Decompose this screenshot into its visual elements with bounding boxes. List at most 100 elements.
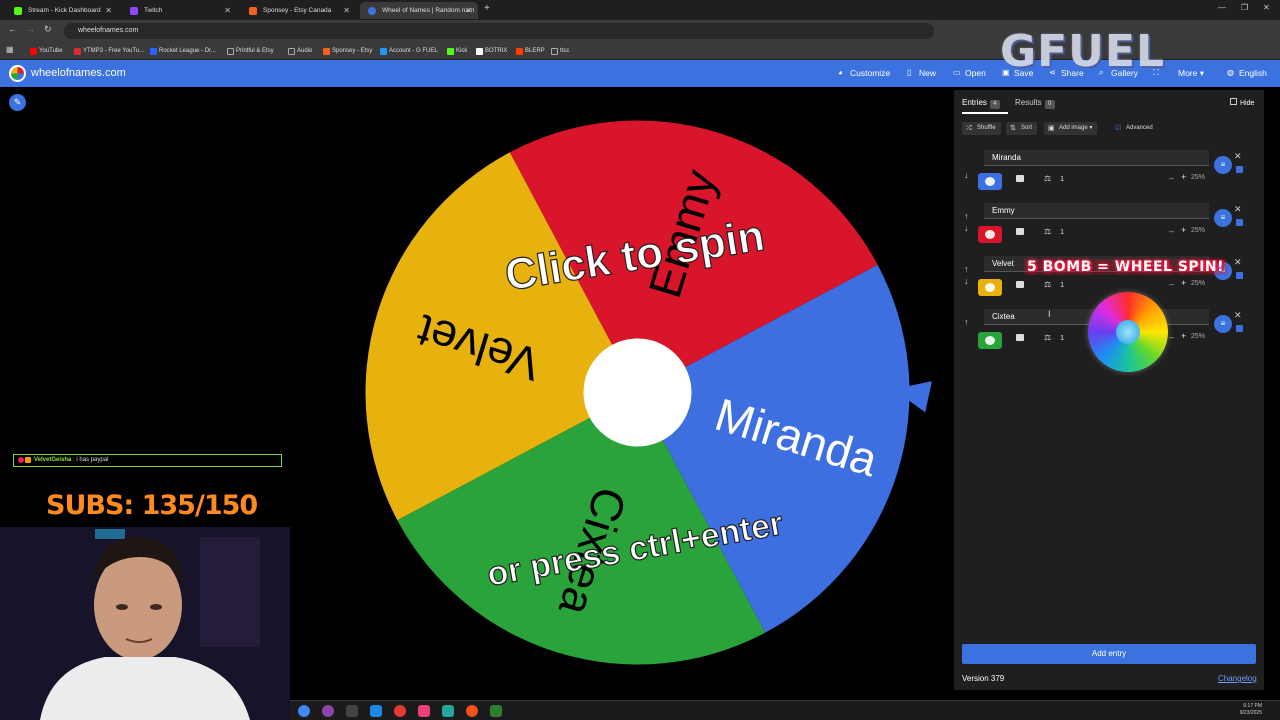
image-icon[interactable] <box>1016 228 1024 235</box>
move-down-icon[interactable]: ↓ <box>964 223 969 233</box>
move-up-icon[interactable]: ↑ <box>964 264 969 274</box>
entry-name-input[interactable]: Miranda <box>984 150 1209 166</box>
new-button[interactable]: ▯ New <box>907 68 936 78</box>
entry-name-input[interactable]: Emmy <box>984 203 1209 219</box>
entry-weight[interactable]: 1 <box>1060 333 1064 342</box>
entry-settings-button[interactable]: ≡ <box>1214 156 1232 174</box>
chat-text: i has paypal <box>76 457 109 463</box>
entry-enabled-checkbox[interactable] <box>1236 219 1243 226</box>
close-icon[interactable]: ✕ <box>465 2 472 19</box>
tab-results[interactable]: Results 0 <box>1015 98 1055 109</box>
add-entry-button[interactable]: Add entry <box>962 644 1256 664</box>
app-icon[interactable] <box>322 705 334 717</box>
move-down-icon[interactable]: ↓ <box>964 276 969 286</box>
wheel-center[interactable] <box>583 338 692 447</box>
bookmark[interactable]: YouTube <box>30 45 63 57</box>
apps-icon[interactable]: ▦ <box>6 45 14 54</box>
new-tab-icon[interactable]: + <box>484 3 490 14</box>
entry-color-swatch[interactable] <box>978 332 1002 349</box>
browser-tab[interactable]: Twitch ✕ <box>122 2 237 19</box>
site-logo[interactable] <box>9 65 26 82</box>
advanced-toggle[interactable]: ☑ Advanced <box>1111 122 1158 135</box>
browser-tab[interactable]: Stream - Kick Dashboard ✕ <box>6 2 118 19</box>
edit-pen-icon[interactable]: ✎ <box>9 94 26 111</box>
remove-entry-icon[interactable]: ✕ <box>1234 204 1242 215</box>
close-icon[interactable]: ✕ <box>343 2 350 19</box>
close-icon[interactable]: ✕ <box>224 2 231 19</box>
bookmark[interactable]: Audio <box>288 45 312 57</box>
increase-weight-button[interactable]: + <box>1181 331 1186 341</box>
increase-weight-button[interactable]: + <box>1181 278 1186 288</box>
chrome-icon[interactable] <box>298 705 310 717</box>
reload-icon[interactable]: ↻ <box>44 24 52 35</box>
app-icon[interactable] <box>418 705 430 717</box>
entry-weight[interactable]: 1 <box>1060 227 1064 236</box>
wheel-svg[interactable]: MirandaEmmyVelvetCixtea Click to spin or… <box>365 120 910 665</box>
app-icon[interactable] <box>346 705 358 717</box>
window-close-icon[interactable]: ✕ <box>1263 3 1270 12</box>
increase-weight-button[interactable]: + <box>1181 225 1186 235</box>
wheel[interactable]: Miranda Emmy Velvet Cixtea Click to spin or… <box>365 120 910 665</box>
entry-enabled-checkbox[interactable] <box>1236 166 1243 173</box>
entry-settings-button[interactable]: ≡ <box>1214 315 1232 333</box>
increase-weight-button[interactable]: + <box>1181 172 1186 182</box>
bookmark[interactable]: Sponsey - Etsy <box>323 45 372 57</box>
app-icon[interactable] <box>466 705 478 717</box>
forward-icon[interactable]: → <box>26 24 35 34</box>
bookmark[interactable]: Kick <box>447 45 467 57</box>
remove-entry-icon[interactable]: ✕ <box>1234 257 1242 268</box>
close-icon[interactable]: ✕ <box>105 2 112 19</box>
image-icon[interactable] <box>1016 281 1024 288</box>
minimize-icon[interactable]: — <box>1218 3 1226 12</box>
decrease-weight-button[interactable]: – <box>1169 332 1174 342</box>
open-button[interactable]: ▭ Open <box>953 68 986 78</box>
bookmark[interactable]: Account - G FUEL <box>380 45 438 57</box>
add-image-button[interactable]: ▣ Add image ▾ <box>1044 122 1098 135</box>
shuffle-button[interactable]: ⤮ Shuffle <box>962 122 1001 135</box>
decrease-weight-button[interactable]: – <box>1169 279 1174 289</box>
entry-enabled-checkbox[interactable] <box>1236 325 1243 332</box>
wheel-icon <box>368 7 376 15</box>
entry-weight[interactable]: 1 <box>1060 280 1064 289</box>
app-icon[interactable] <box>442 705 454 717</box>
decrease-weight-button[interactable]: – <box>1169 173 1174 183</box>
bookmark[interactable]: YTMP3 - Free YouTu... <box>74 45 144 57</box>
weight-icon: ⚖ <box>1044 333 1052 342</box>
clock-time: 6:17 PM <box>1243 703 1262 709</box>
entry-color-swatch[interactable] <box>978 173 1002 190</box>
remove-entry-icon[interactable]: ✕ <box>1234 310 1242 321</box>
entry-enabled-checkbox[interactable] <box>1236 272 1243 279</box>
taskbar-clock[interactable]: 6:17 PM 9/23/2025 <box>1240 703 1262 717</box>
bookmark[interactable]: BLERP <box>516 45 545 57</box>
opera-icon[interactable] <box>394 705 406 717</box>
decrease-weight-button[interactable]: – <box>1169 226 1174 236</box>
customize-button[interactable]: ◕ Customize <box>838 68 890 78</box>
back-icon[interactable]: ← <box>8 24 17 34</box>
button-label: Advanced <box>1126 125 1153 131</box>
bookmark[interactable]: BOTRIX <box>476 45 507 57</box>
bookmark[interactable]: ttcc <box>551 45 569 57</box>
hide-toggle[interactable]: Hide <box>1230 98 1254 107</box>
move-up-icon[interactable]: ↑ <box>964 211 969 221</box>
entry-color-swatch[interactable] <box>978 226 1002 243</box>
entry-color-swatch[interactable] <box>978 279 1002 296</box>
entry-weight[interactable]: 1 <box>1060 174 1064 183</box>
entry-settings-button[interactable]: ≡ <box>1214 209 1232 227</box>
maximize-icon[interactable]: ❐ <box>1241 3 1248 12</box>
image-icon[interactable] <box>1016 175 1024 182</box>
tab-entries[interactable]: Entries 4 <box>962 98 1000 109</box>
app-icon[interactable] <box>490 705 502 717</box>
move-up-icon[interactable]: ↑ <box>964 317 969 327</box>
site-name[interactable]: wheelofnames.com <box>31 67 126 79</box>
remove-entry-icon[interactable]: ✕ <box>1234 151 1242 162</box>
steam-icon[interactable] <box>370 705 382 717</box>
move-down-icon[interactable]: ↓ <box>964 170 969 180</box>
changelog-link[interactable]: Changelog <box>1218 674 1257 683</box>
bookmark[interactable]: Printful & Etsy <box>227 45 274 57</box>
image-icon[interactable] <box>1016 334 1024 341</box>
url-input[interactable]: wheelofnames.com <box>64 23 934 39</box>
browser-tab-active[interactable]: Wheel of Names | Random nam ✕ <box>360 2 478 19</box>
bookmark[interactable]: Rocket League - Dr... <box>150 45 216 57</box>
browser-tab[interactable]: Sponsey - Etsy Canada ✕ <box>241 2 356 19</box>
sort-button[interactable]: ⇅ Sort <box>1006 122 1038 135</box>
